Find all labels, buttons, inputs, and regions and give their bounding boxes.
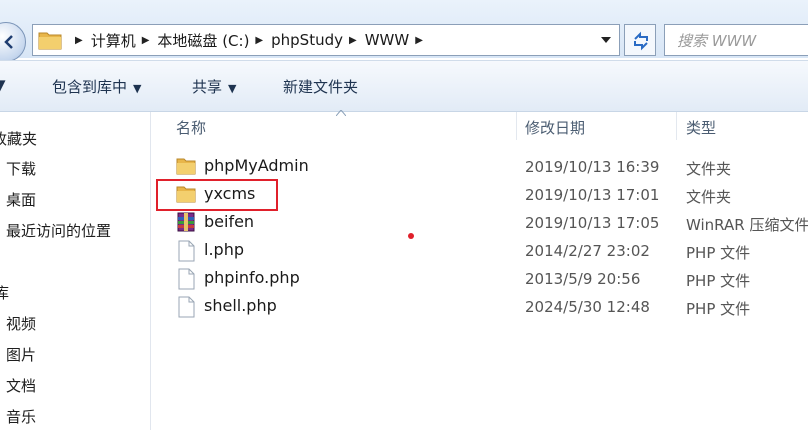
column-header-name[interactable]: 名称 — [176, 117, 206, 138]
file-type: 文件夹 — [686, 160, 732, 178]
php-file-icon — [178, 296, 195, 318]
file-name: phpinfo.php — [204, 268, 300, 287]
breadcrumb-local-disk-c[interactable]: 本地磁盘 (C:) — [157, 30, 249, 51]
nav-libraries-header[interactable]: 库 — [0, 282, 9, 303]
nav-item-videos[interactable]: 视频 — [6, 313, 36, 334]
chevron-down-icon[interactable] — [601, 36, 611, 44]
sort-ascending-icon — [336, 110, 346, 116]
php-file-icon — [178, 240, 195, 262]
address-bar-strip: ▶ 计算机 ▶ 本地磁盘 (C:) ▶ phpStudy ▶ WWW ▶ — [0, 0, 808, 62]
refresh-button[interactable] — [624, 24, 656, 56]
include-in-library-label: 包含到库中 — [52, 78, 128, 96]
file-row[interactable]: phpinfo.php 2013/5/9 20:56 PHP 文件 — [170, 266, 808, 292]
annotation-highlight-box — [156, 179, 278, 211]
file-date: 2014/2/27 23:02 — [525, 242, 650, 260]
winrar-archive-icon — [177, 212, 195, 232]
nav-item-pictures[interactable]: 图片 — [6, 344, 36, 365]
new-folder-button[interactable]: 新建文件夹 — [283, 76, 358, 97]
file-date: 2019/10/13 17:01 — [525, 186, 660, 204]
nav-item-downloads[interactable]: 下载 — [6, 158, 36, 179]
breadcrumb-phpstudy[interactable]: phpStudy — [271, 31, 343, 49]
file-type: PHP 文件 — [686, 272, 751, 290]
breadcrumb: ▶ 计算机 ▶ 本地磁盘 (C:) ▶ phpStudy ▶ WWW ▶ — [69, 25, 431, 55]
search-input[interactable] — [675, 30, 808, 52]
breadcrumb-separator-icon[interactable]: ▶ — [142, 35, 150, 46]
file-type: WinRAR 压缩文件 — [686, 216, 808, 234]
chevron-down-icon: ▼ — [228, 82, 237, 95]
file-name: phpMyAdmin — [204, 156, 309, 175]
breadcrumb-separator-icon[interactable]: ▶ — [255, 35, 263, 46]
chevron-down-icon: ▼ — [133, 82, 142, 95]
share-button[interactable]: 共享 ▼ — [192, 76, 236, 97]
column-divider[interactable] — [676, 112, 677, 140]
nav-item-music[interactable]: 音乐 — [6, 406, 36, 427]
file-date: 2019/10/13 16:39 — [525, 158, 660, 176]
nav-item-documents[interactable]: 文档 — [6, 375, 36, 396]
file-row[interactable]: shell.php 2024/5/30 12:48 PHP 文件 — [170, 294, 808, 320]
file-row[interactable]: l.php 2014/2/27 23:02 PHP 文件 — [170, 238, 808, 264]
breadcrumb-separator-icon[interactable]: ▶ — [415, 35, 423, 46]
column-header-date-modified[interactable]: 修改日期 — [525, 117, 585, 138]
organize-dropdown-arrow-icon[interactable]: ▼ — [0, 76, 6, 94]
column-divider[interactable] — [516, 112, 517, 140]
include-in-library-button[interactable]: 包含到库中 ▼ — [52, 76, 141, 97]
refresh-icon — [634, 31, 648, 51]
php-file-icon — [178, 268, 195, 290]
command-toolbar: ▼ 包含到库中 ▼ 共享 ▼ 新建文件夹 — [0, 60, 808, 112]
folder-icon — [176, 158, 196, 175]
share-label: 共享 — [192, 78, 223, 96]
file-name: beifen — [204, 212, 255, 231]
file-date: 2024/5/30 12:48 — [525, 298, 650, 316]
back-button[interactable] — [0, 22, 26, 62]
breadcrumb-separator-icon[interactable]: ▶ — [75, 35, 83, 46]
file-type: PHP 文件 — [686, 244, 751, 262]
breadcrumb-separator-icon[interactable]: ▶ — [349, 35, 357, 46]
file-date: 2019/10/13 17:05 — [525, 214, 660, 232]
search-box[interactable] — [664, 24, 808, 56]
column-header-type[interactable]: 类型 — [686, 117, 716, 138]
file-row[interactable]: beifen 2019/10/13 17:05 WinRAR 压缩文件 — [170, 210, 808, 236]
breadcrumb-www[interactable]: WWW — [365, 31, 410, 49]
annotation-dot — [408, 233, 414, 239]
file-date: 2013/5/9 20:56 — [525, 270, 641, 288]
nav-item-desktop[interactable]: 桌面 — [6, 189, 36, 210]
address-box[interactable]: ▶ 计算机 ▶ 本地磁盘 (C:) ▶ phpStudy ▶ WWW ▶ — [32, 24, 620, 56]
file-type: PHP 文件 — [686, 300, 751, 318]
file-name: shell.php — [204, 296, 277, 315]
file-type: 文件夹 — [686, 188, 732, 206]
nav-favorites-header[interactable]: 收藏夹 — [0, 128, 37, 149]
back-arrow-icon — [4, 35, 13, 49]
navigation-pane: 收藏夹 下载 桌面 最近访问的位置 库 视频 图片 文档 音乐 — [0, 112, 151, 430]
breadcrumb-computer[interactable]: 计算机 — [91, 30, 136, 51]
nav-item-recent-places[interactable]: 最近访问的位置 — [6, 220, 111, 241]
folder-icon — [38, 32, 62, 50]
file-name: l.php — [204, 240, 244, 259]
file-row[interactable]: phpMyAdmin 2019/10/13 16:39 文件夹 — [170, 154, 808, 180]
